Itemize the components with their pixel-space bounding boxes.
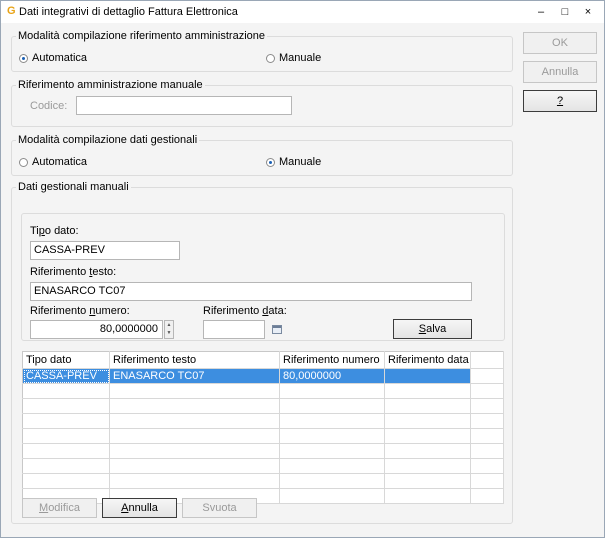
group-legend: Dati gestionali manuali xyxy=(16,181,131,193)
table-header-row: Tipo dato Riferimento testo Riferimento … xyxy=(22,351,504,369)
minimize-button[interactable]: – xyxy=(529,4,553,20)
column-header[interactable]: Riferimento numero xyxy=(279,351,385,369)
table-cell[interactable]: ENASARCO TC07 xyxy=(109,368,280,384)
table-row[interactable] xyxy=(22,413,504,429)
annulla-riga-button[interactable]: Annulla xyxy=(102,498,177,518)
tipo-dato-label: Tipo dato: xyxy=(30,225,79,237)
group-dettaglio-riga: Tipo dato: CASSA-PREV Riferimento testo:… xyxy=(21,213,505,341)
svuota-button[interactable]: Svuota xyxy=(182,498,257,518)
table-row[interactable] xyxy=(22,428,504,444)
group-modalita-amministrazione: Modalità compilazione riferimento ammini… xyxy=(11,30,513,72)
table-cell xyxy=(470,368,504,384)
radio-amministrazione-manuale[interactable]: Manuale xyxy=(266,52,321,64)
group-modalita-gestionali: Modalità compilazione dati gestionali Au… xyxy=(11,134,513,176)
group-legend: Modalità compilazione dati gestionali xyxy=(16,134,200,146)
ok-button[interactable]: OK xyxy=(523,32,597,54)
radio-unselected-icon xyxy=(266,53,275,63)
help-button[interactable]: ? xyxy=(523,90,597,112)
table-cell[interactable]: 80,0000000 xyxy=(279,368,385,384)
table-row[interactable] xyxy=(22,383,504,399)
column-header[interactable]: Riferimento testo xyxy=(109,351,280,369)
radio-label: Manuale xyxy=(279,156,322,168)
window-title: Dati integrativi di dettaglio Fattura El… xyxy=(19,6,238,18)
radio-selected-icon xyxy=(266,157,275,167)
table-cell[interactable] xyxy=(384,368,471,384)
riferimento-testo-label: Riferimento testo: xyxy=(30,266,117,278)
radio-label: Automatica xyxy=(32,52,88,64)
close-button[interactable]: × xyxy=(576,4,600,20)
column-header-filler xyxy=(470,351,504,369)
codice-input[interactable] xyxy=(76,96,292,115)
annulla-button[interactable]: Annulla xyxy=(523,61,597,83)
group-legend: Riferimento amministrazione manuale xyxy=(16,79,205,91)
dialog-window: G Dati integrativi di dettaglio Fattura … xyxy=(0,0,605,538)
group-legend: Modalità compilazione riferimento ammini… xyxy=(16,30,267,42)
column-header[interactable]: Tipo dato xyxy=(22,351,110,369)
numero-stepper[interactable]: ▲ ▼ xyxy=(164,320,174,339)
radio-gestionali-automatica[interactable]: Automatica xyxy=(19,156,87,168)
column-header[interactable]: Riferimento data xyxy=(384,351,471,369)
tipo-dato-input[interactable]: CASSA-PREV xyxy=(30,241,180,260)
salva-button[interactable]: Salva xyxy=(393,319,472,339)
riferimento-numero-label: Riferimento numero: xyxy=(30,305,130,317)
radio-amministrazione-automatica[interactable]: Automatica xyxy=(19,52,87,64)
table-row[interactable]: CASSA-PREV ENASARCO TC07 80,0000000 xyxy=(22,368,504,384)
table-row[interactable] xyxy=(22,443,504,459)
codice-label: Codice: xyxy=(30,100,68,112)
radio-label: Manuale xyxy=(279,52,322,64)
maximize-button[interactable]: □ xyxy=(553,4,577,20)
riferimento-data-label: Riferimento data: xyxy=(203,305,287,317)
radio-label: Automatica xyxy=(32,156,88,168)
radio-unselected-icon xyxy=(19,157,28,167)
dialog-content: Modalità compilazione riferimento ammini… xyxy=(1,23,604,537)
dati-gestionali-table[interactable]: Tipo dato Riferimento testo Riferimento … xyxy=(22,351,504,504)
modifica-button[interactable]: Modifica xyxy=(22,498,97,518)
radio-selected-icon xyxy=(19,53,28,63)
table-row[interactable] xyxy=(22,473,504,489)
calendar-icon[interactable] xyxy=(272,325,282,334)
table-row[interactable] xyxy=(22,458,504,474)
riferimento-numero-input[interactable]: 80,0000000 xyxy=(30,320,163,339)
table-cell[interactable]: CASSA-PREV xyxy=(22,368,110,384)
riferimento-testo-input[interactable]: ENASARCO TC07 xyxy=(30,282,472,301)
riferimento-data-input[interactable] xyxy=(203,320,265,339)
title-bar[interactable]: G Dati integrativi di dettaglio Fattura … xyxy=(1,1,604,23)
group-riferimento-manuale: Riferimento amministrazione manuale Codi… xyxy=(11,79,513,127)
app-logo-icon: G xyxy=(7,5,16,17)
radio-gestionali-manuale[interactable]: Manuale xyxy=(266,156,321,168)
table-row[interactable] xyxy=(22,398,504,414)
